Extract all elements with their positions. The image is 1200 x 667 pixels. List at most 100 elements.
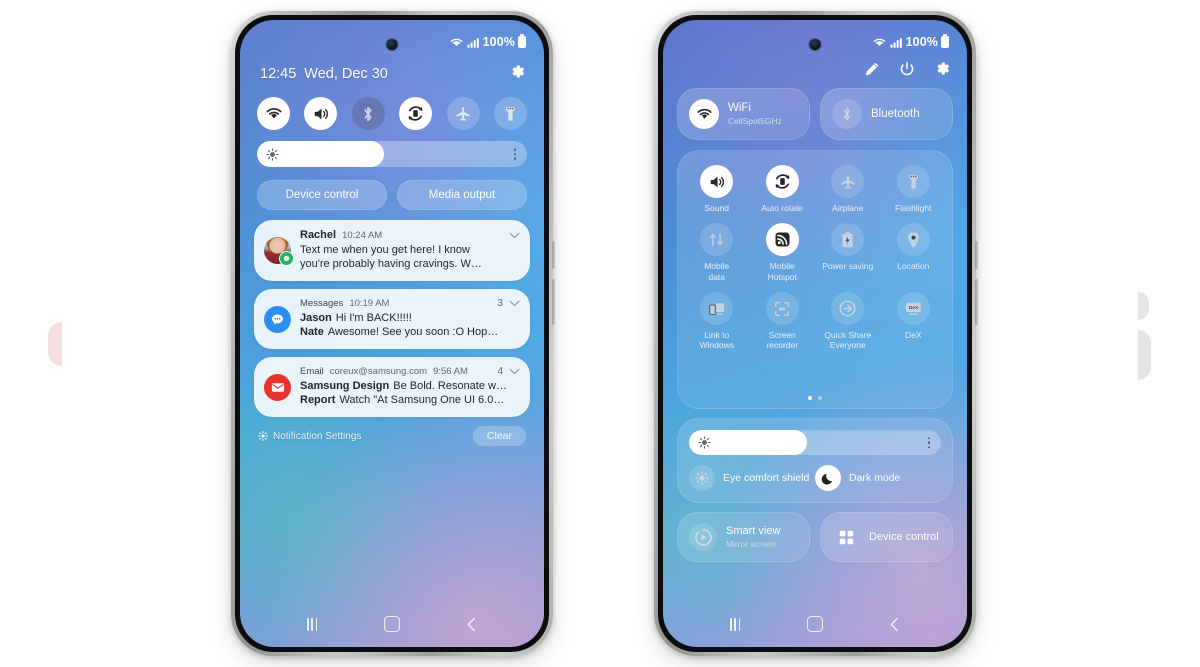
qs-auto-rotate[interactable]: Auto rotate [750,165,816,213]
qs-link-to-windows[interactable]: Link to Windows [684,292,750,351]
bottom-card-row: Smart view Mirror screen Device control [677,512,953,562]
panel-pill-row: Device control Media output [257,180,527,210]
dark-mode-toggle[interactable]: Dark mode [815,465,941,491]
grid-4-icon [832,523,860,551]
battery-icon [518,36,526,48]
qs-flashlight[interactable]: Flashlight [881,165,947,213]
qs-flashlight-label: Flashlight [895,203,932,213]
clock-row: 12:45 Wed, Dec 30 [260,66,388,82]
bluetooth-icon [832,99,862,129]
wifi-card-title: WiFi [728,102,751,115]
back-icon[interactable] [466,617,477,632]
quick-settings-grid-card: Sound Auto rotate Airplane Flashlight Mo… [677,150,953,409]
recents-icon[interactable] [307,617,318,631]
qs-dex-label: DeX [904,330,922,341]
mail-icon [264,374,291,402]
notification-messages[interactable]: Messages 10:19 AM 3 Jason Hi I'm BACK!!!!… [254,289,530,350]
home-icon[interactable] [383,616,400,632]
qs-power-saving[interactable]: Power saving [815,223,881,282]
page-dot-2[interactable] [818,396,822,400]
home-icon[interactable] [806,616,823,632]
toggle-wifi[interactable] [257,97,290,130]
notification-line-1: Samsung Design Be Bold. Resonate w… [300,379,520,393]
smart-view-card[interactable]: Smart view Mirror screen [677,512,810,562]
brightness-fill [257,141,384,167]
qs-location[interactable]: Location [881,223,947,282]
front-camera [386,39,398,50]
quick-panel-header: 12:45 Wed, Dec 30 [260,63,526,85]
toggle-airplane[interactable] [446,97,480,130]
airplane-icon [831,165,865,198]
notification-text-1: Be Bold. Resonate w… [393,380,507,393]
wifi-card[interactable]: WiFi CellSpot5GHz [677,88,810,140]
clear-button[interactable]: Clear [472,426,526,447]
toggle-auto-rotate[interactable] [399,97,433,130]
toggle-sound[interactable] [304,97,338,130]
notification-time: 9:56 AM [433,366,468,378]
notification-text-1: Hi I'm BACK!!!!! [335,312,412,325]
qs-dex[interactable]: DeX DeX [881,292,947,351]
power-icon[interactable] [899,61,915,77]
smart-view-icon [689,523,717,551]
chevron-down-icon[interactable] [509,300,520,307]
toggle-flashlight[interactable] [493,97,527,130]
eye-comfort-shield-toggle[interactable]: Eye comfort shield [689,465,815,491]
notification-rachel[interactable]: Rachel 10:24 AM Text me when you get her… [254,220,530,282]
bluetooth-card[interactable]: Bluetooth [820,88,953,140]
signal-icon [467,37,479,48]
volume-button[interactable] [552,241,555,269]
display-mode-row: Eye comfort shield Dark mode [689,465,941,491]
notification-body: Rachel 10:24 AM Text me when you get her… [300,229,520,271]
power-button[interactable] [552,279,555,325]
notification-email[interactable]: Email coreux@samsung.com 9:56 AM 4 Samsu… [254,357,530,418]
gear-icon[interactable] [934,60,951,77]
auto-rotate-icon [765,165,799,198]
qs-sound[interactable]: Sound [684,165,750,213]
screenshot-canvas: 100% 12:45 Wed, Dec 30 Device control Me… [0,0,1200,667]
smart-view-subtitle: Mirror screen [726,538,777,549]
wifi-icon [265,108,282,119]
sound-icon [700,165,734,198]
power-button[interactable] [975,279,978,325]
toggle-bluetooth[interactable] [351,97,385,130]
media-output-pill[interactable]: Media output [397,180,527,210]
qs-screen-recorder[interactable]: Screen recorder [750,292,816,351]
brightness-slider[interactable] [257,141,527,167]
device-control-pill[interactable]: Device control [257,180,387,210]
page-dot-1[interactable] [808,396,812,400]
gear-small-icon [258,431,268,442]
screen-recorder-icon [765,292,799,326]
hotspot-icon [765,223,799,257]
notification-footer: Notification Settings Clear [254,425,530,447]
gear-icon[interactable] [509,63,526,85]
more-vertical-icon[interactable] [927,436,930,449]
status-bar: 100% [449,35,526,49]
brightness-slider[interactable] [689,430,941,455]
dex-icon: DeX [896,292,930,326]
back-icon[interactable] [889,617,900,632]
qs-quick-share[interactable]: Quick Share Everyone [815,292,881,351]
pencil-icon[interactable] [864,61,880,77]
quick-panel-actions [864,60,951,77]
notification-header: Messages 10:19 AM 3 [300,298,520,309]
notification-time: 10:19 AM [349,298,390,310]
more-vertical-icon[interactable] [513,148,516,160]
quick-share-icon [831,292,865,326]
chevron-down-icon[interactable] [509,368,520,375]
clock-time: 12:45 [260,66,297,82]
notification-settings-button[interactable]: Notification Settings [258,431,361,442]
location-icon [896,223,930,257]
notification-sender-2: Nate [300,326,324,339]
qs-mobile-hotspot[interactable]: Mobile Hotspot [750,223,816,282]
qs-mobile-data[interactable]: Mobile data [684,223,750,282]
device-control-card[interactable]: Device control [820,512,953,562]
qs-airplane[interactable]: Airplane [815,165,881,213]
recents-icon[interactable] [730,617,741,631]
wifi-icon [450,38,462,47]
volume-button[interactable] [975,241,978,269]
bluetooth-card-title: Bluetooth [871,107,920,120]
qs-mobile-data-label: Mobile data [704,261,730,282]
qs-location-label: Location [897,261,930,272]
avatar [264,237,294,266]
chevron-down-icon[interactable] [509,232,520,239]
